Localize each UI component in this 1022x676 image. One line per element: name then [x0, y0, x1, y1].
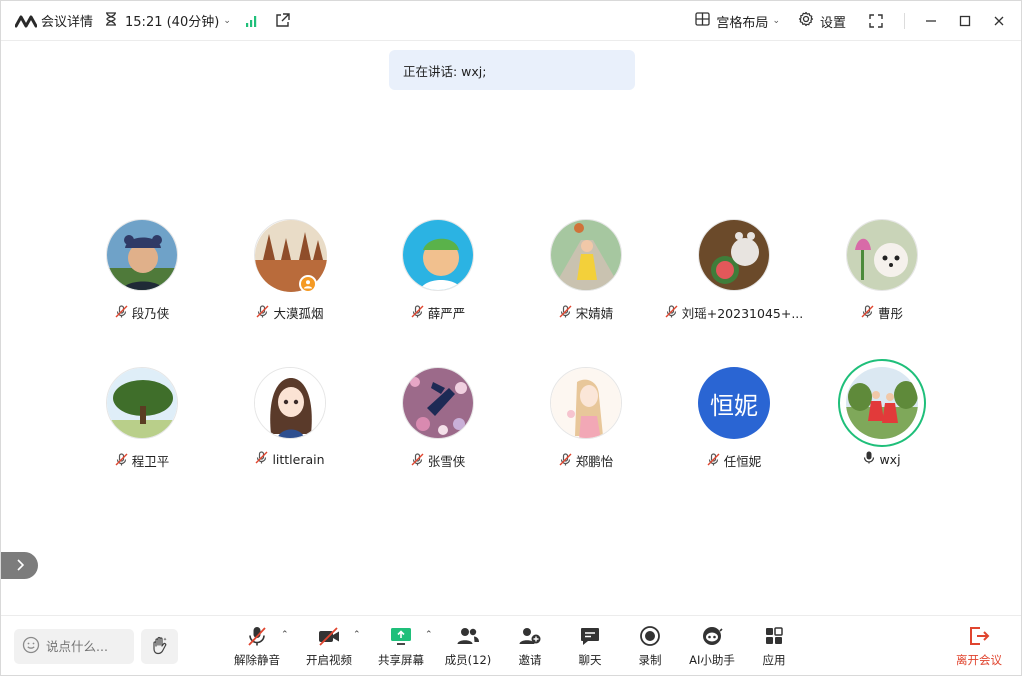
raise-hand-icon — [150, 635, 170, 659]
participant-tile[interactable]: 曹彤 — [809, 219, 955, 322]
participant-name: 薛严严 — [427, 306, 466, 321]
chat-input[interactable] — [46, 639, 126, 654]
avatar — [698, 219, 770, 291]
ai-assistant-button[interactable]: AI小助手 — [682, 626, 742, 668]
mic-muted-icon — [559, 304, 576, 321]
participant-name: 程卫平 — [131, 454, 170, 469]
add-user-icon — [518, 626, 542, 650]
avatar — [550, 219, 622, 291]
chat-button[interactable]: 聊天 — [560, 626, 620, 668]
participant-name: 段乃侠 — [131, 306, 170, 321]
members-icon — [456, 626, 480, 650]
apps-grid-icon — [764, 626, 784, 650]
mic-muted-icon — [246, 625, 268, 651]
video-options-caret[interactable]: ⌃ — [353, 630, 361, 640]
leave-label: 离开会议 — [956, 653, 1002, 667]
avatar — [550, 367, 622, 439]
participant-name: 任恒妮 — [723, 454, 762, 469]
mic-muted-icon — [411, 452, 428, 469]
avatar — [402, 367, 474, 439]
participant-tile[interactable]: 刘瑶+20231045+... — [661, 219, 807, 322]
chat-label: 聊天 — [578, 653, 602, 667]
participant-tile[interactable]: 郑鹏怡 — [513, 367, 659, 470]
avatar — [106, 219, 178, 291]
members-button[interactable]: 成员(12) — [438, 626, 498, 668]
avatar — [402, 219, 474, 291]
record-button[interactable]: 录制 — [620, 626, 680, 668]
participant-tile[interactable]: littlerain — [217, 367, 363, 467]
avatar — [106, 367, 178, 439]
participant-name: 张雪侠 — [427, 454, 466, 469]
audio-options-caret[interactable]: ⌃ — [281, 630, 289, 640]
avatar: 恒妮 — [698, 367, 770, 439]
unmute-button[interactable]: 解除静音 — [227, 626, 287, 668]
avatar — [254, 367, 326, 439]
mic-muted-icon — [256, 304, 273, 321]
invite-button[interactable]: 邀请 — [500, 626, 560, 668]
start-video-label: 开启视频 — [306, 653, 352, 667]
participant-grid: 段乃侠 大漠孤烟 薛严严 宋婧婧 刘瑶+20231045+... 曹彤 程卫平 … — [1, 1, 1022, 601]
participant-tile-speaking[interactable]: wxj — [809, 359, 955, 467]
participant-name: 郑鹏怡 — [575, 454, 614, 469]
apps-label: 应用 — [762, 653, 786, 667]
participant-name: 刘瑶+20231045+... — [681, 306, 804, 321]
participant-name: 曹彤 — [877, 306, 903, 321]
participant-tile[interactable]: 段乃侠 — [69, 219, 215, 322]
chat-bubble-icon — [579, 626, 601, 650]
participant-name: 大漠孤烟 — [273, 306, 324, 321]
ai-assistant-icon — [700, 625, 724, 651]
raise-hand-button[interactable] — [141, 629, 178, 664]
participant-tile[interactable]: 恒妮 任恒妮 — [661, 367, 807, 470]
members-label: 成员(12) — [444, 653, 492, 667]
participant-tile[interactable]: 薛严严 — [365, 219, 511, 322]
mic-muted-icon — [115, 452, 132, 469]
mic-muted-icon — [115, 304, 132, 321]
share-screen-icon — [389, 625, 413, 651]
mic-muted-icon — [861, 304, 878, 321]
video-off-icon — [317, 625, 341, 651]
unmute-label: 解除静音 — [234, 653, 280, 667]
meeting-window: 会议详情 15:21 (40分钟) ⌄ 宫格布局 ⌄ 设置 正在讲话: wxj;… — [0, 0, 1022, 676]
start-video-button[interactable]: 开启视频 — [299, 626, 359, 668]
host-badge — [299, 275, 317, 293]
bottom-toolbar: 解除静音 ⌃ 开启视频 ⌃ 共享屏幕 ⌃ 成员(12) 邀请 聊天 录制 — [1, 615, 1021, 675]
exit-icon — [968, 626, 990, 650]
quick-chat-box[interactable] — [14, 629, 134, 664]
share-options-caret[interactable]: ⌃ — [425, 630, 433, 640]
mic-muted-icon — [411, 304, 428, 321]
apps-button[interactable]: 应用 — [744, 626, 804, 668]
participant-name: wxj — [879, 451, 901, 467]
emoji-icon[interactable] — [22, 636, 40, 657]
participant-name: 宋婧婧 — [575, 306, 614, 321]
mic-icon — [863, 451, 879, 467]
share-screen-label: 共享屏幕 — [378, 653, 424, 667]
participant-tile[interactable]: 宋婧婧 — [513, 219, 659, 322]
mic-muted-icon — [665, 304, 682, 321]
leave-meeting-button[interactable]: 离开会议 — [949, 626, 1009, 668]
mic-muted-icon — [255, 451, 272, 467]
invite-label: 邀请 — [518, 653, 542, 667]
chevron-right-icon — [16, 556, 24, 575]
record-icon — [639, 625, 661, 651]
mic-muted-icon — [559, 452, 576, 469]
avatar-initials: 恒妮 — [710, 391, 758, 420]
avatar-speaking — [838, 359, 926, 447]
participant-tile[interactable]: 大漠孤烟 — [217, 219, 363, 322]
participant-name: littlerain — [272, 451, 325, 467]
avatar — [254, 219, 327, 293]
avatar — [846, 219, 918, 291]
participant-tile[interactable]: 张雪侠 — [365, 367, 511, 470]
side-panel-toggle[interactable] — [1, 552, 38, 579]
share-screen-button[interactable]: 共享屏幕 — [371, 626, 431, 668]
ai-assistant-label: AI小助手 — [689, 653, 735, 667]
mic-muted-icon — [707, 452, 724, 469]
record-label: 录制 — [638, 653, 662, 667]
participant-tile[interactable]: 程卫平 — [69, 367, 215, 470]
